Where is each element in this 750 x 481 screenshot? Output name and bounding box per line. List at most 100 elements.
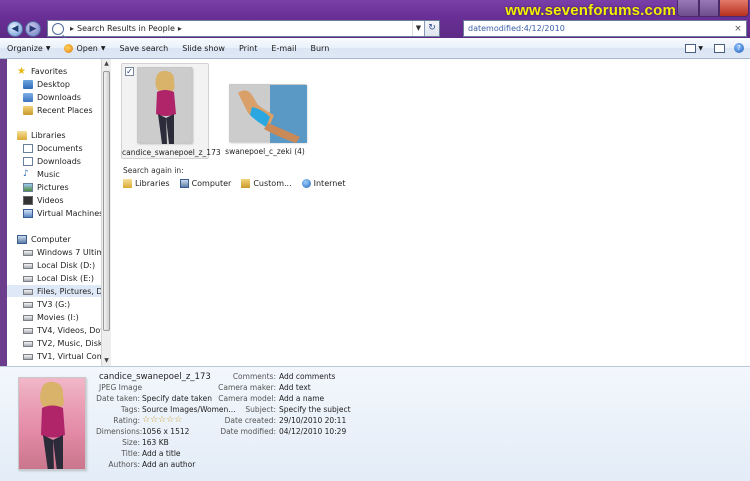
organize-button[interactable]: Organize ▼ [0,44,57,53]
nav-drive[interactable]: TV4, Videos, Downl [23,324,101,336]
computer-icon [179,179,189,188]
nav-label: Windows 7 Ultimate [37,247,101,257]
nav-label: TV4, Videos, Downl [37,325,101,335]
slide-show-button[interactable]: Slide show [175,44,232,53]
view-options-chevron-icon[interactable]: ▼ [696,45,705,52]
nav-drive[interactable]: TV1, Virtual Compu [23,350,101,362]
chevron-down-icon: ▼ [45,44,51,52]
prop-label: Camera model: [218,394,276,403]
nav-label: TV3 (G:) [37,299,71,309]
rating-stars-icon[interactable]: ☆☆☆☆☆ [142,415,182,425]
nav-videos[interactable]: Videos [23,194,64,206]
prop-value: 29/10/2010 20:11 [279,416,347,425]
prop-value[interactable]: Specify the subject [279,405,351,414]
file-name: candice_swanepoel_z_173 [122,148,221,157]
search-input[interactable]: datemodified:4/12/2010 × [463,20,747,37]
scrollbar-thumb[interactable] [103,71,110,331]
scroll-down-icon[interactable]: ▼ [102,356,111,366]
prop-value[interactable]: Add a name [279,394,324,403]
prop-value[interactable]: Add an author [142,460,195,469]
scroll-up-icon[interactable]: ▲ [102,59,111,69]
breadcrumb[interactable]: Search Results in People [77,24,175,33]
close-button[interactable] [719,0,749,17]
nav-libraries[interactable]: Libraries [17,129,66,141]
breadcrumb-separator-icon[interactable]: ▸ [70,24,74,33]
nav-documents[interactable]: Documents [23,142,83,154]
nav-label: TV2, Music, Disk Im [37,338,101,348]
address-bar[interactable]: ▸ Search Results in People ▸ ▼ ↻ [47,20,440,37]
nav-label: Pictures [37,182,69,192]
nav-drive[interactable]: TV2, Music, Disk Im [23,337,101,349]
nav-drive[interactable]: TV3 (G:) [23,298,70,310]
back-button[interactable]: ◀ [7,21,23,37]
nav-downloads-favorite[interactable]: Downloads [23,91,81,103]
search-again-internet[interactable]: Internet [301,179,345,188]
nav-drive[interactable]: Local Disk (D:) [23,259,95,271]
nav-drive-selected[interactable]: Files, Pictures, Dev ( [7,285,101,297]
nav-recent-places[interactable]: Recent Places [23,104,93,116]
prop-label: Tags: [120,405,140,414]
prop-label: Rating: [113,416,140,425]
nav-label: Virtual Machines [37,208,101,218]
save-search-button[interactable]: Save search [112,44,175,53]
computer-icon [17,234,27,244]
prop-label: Camera maker: [218,383,276,392]
nav-label: Downloads [37,92,81,102]
search-again-computer[interactable]: Computer [179,179,232,188]
help-icon[interactable]: ? [734,43,744,53]
clear-search-icon[interactable]: × [730,24,746,34]
search-again-libraries[interactable]: Libraries [123,179,170,188]
prop-value[interactable]: Add comments [279,372,335,381]
option-label: Computer [191,179,232,188]
breadcrumb-separator-icon[interactable]: ▸ [178,24,182,33]
prop-value: 1056 x 1512 [142,427,190,436]
file-tile[interactable]: swanepoel_c_zeki (4) [221,63,309,159]
nav-virtual-machines[interactable]: Virtual Machines [23,207,101,219]
libraries-icon [123,179,132,188]
nav-desktop[interactable]: Desktop [23,78,70,90]
navigation-pane: ★ Favorites Desktop Downloads Recent Plac… [7,59,101,366]
search-again-options: Libraries Computer Custom... Internet [123,179,355,188]
file-tile[interactable]: ✓ candice_swanepoel_z_173 [121,63,221,159]
nav-label: Recent Places [37,105,93,115]
prop-value[interactable]: Add a title [142,449,181,458]
file-name: swanepoel_c_zeki (4) [225,147,305,156]
forward-button[interactable]: ▶ [25,21,41,37]
checkbox-icon[interactable]: ✓ [125,67,134,76]
preview-pane-icon[interactable] [714,43,725,53]
maximize-button[interactable] [699,0,719,17]
nav-label: Favorites [31,66,68,76]
navigation-scrollbar[interactable]: ▲ ▼ [101,59,111,366]
search-again-custom[interactable]: Custom... [241,179,292,188]
nav-drive[interactable]: Windows 7 Ultimate [23,246,101,258]
nav-computer[interactable]: Computer [17,233,71,245]
nav-drive[interactable]: Movies (I:) [23,311,79,323]
music-icon: ♪ [23,168,29,179]
nav-drive[interactable]: Local Disk (E:) [23,272,94,284]
recent-places-icon [23,105,33,115]
nav-label: Libraries [31,130,66,140]
prop-label: Date taken: [96,394,140,403]
open-button[interactable]: Open ▼ [57,43,112,53]
change-view-icon[interactable] [685,43,697,53]
star-icon: ★ [17,65,26,77]
prop-value[interactable]: Specify date taken [142,394,212,403]
refresh-icon[interactable]: ↻ [424,21,439,36]
minimize-button[interactable] [677,0,699,17]
nav-favorites[interactable]: ★ Favorites [17,65,67,77]
nav-label: Local Disk (D:) [37,260,96,270]
email-button[interactable]: E-mail [264,44,303,53]
thumbnail-image [137,67,192,144]
prop-value: 04/12/2010 10:29 [279,427,347,436]
nav-downloads-library[interactable]: Downloads [23,155,81,167]
nav-music[interactable]: ♪ Music [23,168,60,180]
chevron-down-icon[interactable]: ▼ [412,21,424,36]
burn-button[interactable]: Burn [303,44,336,53]
prop-value[interactable]: Add text [279,383,311,392]
search-query[interactable]: datemodified:4/12/2010 [468,24,565,33]
print-button[interactable]: Print [232,44,264,53]
details-file-name: candice_swanepoel_z_173 [99,372,211,382]
nav-pictures[interactable]: Pictures [23,181,69,193]
command-bar: Organize ▼ Open ▼ Save search Slide show P… [0,38,750,59]
drive-icon [23,315,33,321]
